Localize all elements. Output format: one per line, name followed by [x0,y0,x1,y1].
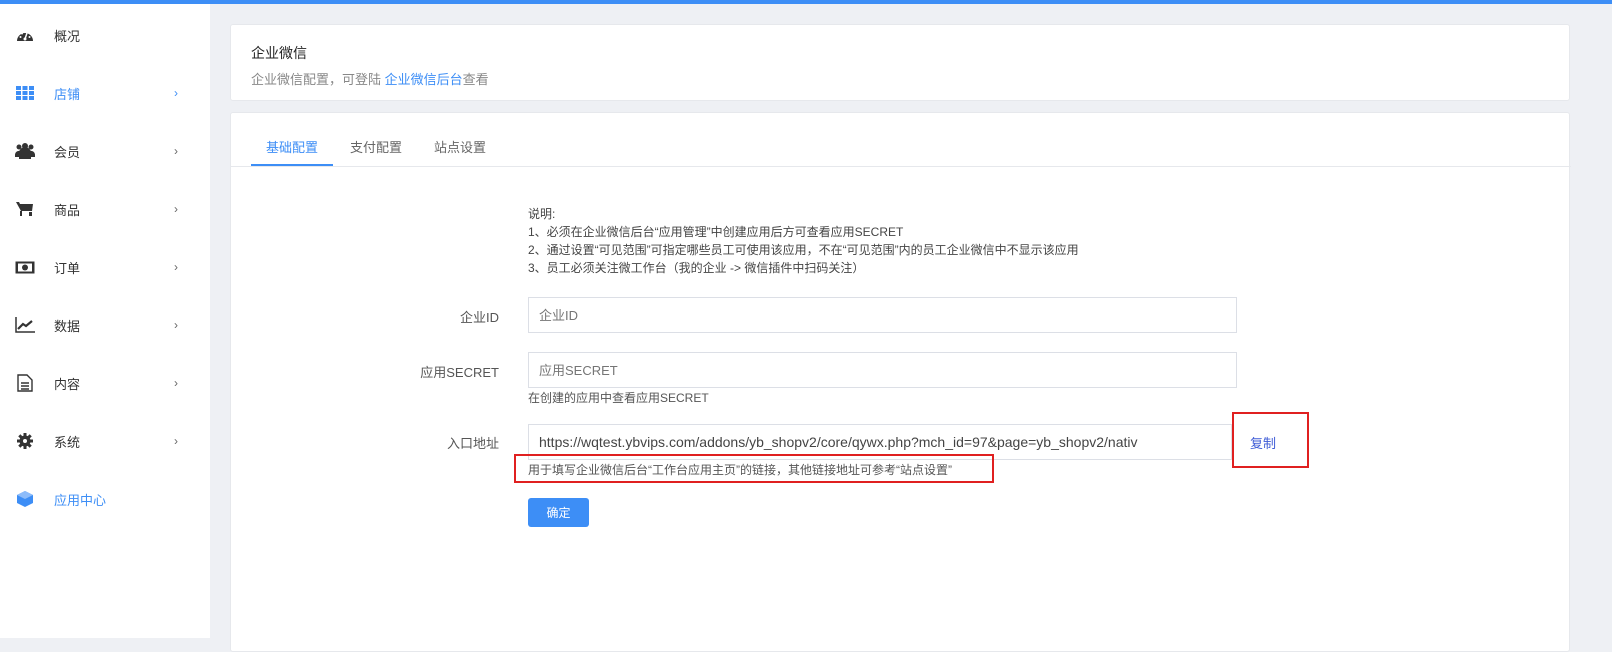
chevron-right-icon: › [174,434,178,448]
sidebar-item-members[interactable]: 会员 › [0,136,210,166]
subtitle-suffix: 查看 [462,72,489,87]
secret-label: 应用SECRET [420,365,499,380]
sidebar-item-label: 店铺 [54,86,81,102]
sidebar-item-content[interactable]: 内容 › [0,368,210,398]
dashboard-icon [15,26,35,44]
cube-icon [15,490,35,508]
cart-icon [15,200,35,218]
chart-icon [15,316,35,334]
highlight-box-help [514,454,994,483]
instruction-line: 3、员工必须关注微工作台（我的企业 -> 微信插件中扫码关注） [528,261,865,275]
config-card: 基础配置 支付配置 站点设置 说明: 1、必须在企业微信后台“应用管理”中创建应… [230,112,1571,652]
money-icon [15,258,35,276]
secret-input[interactable] [528,352,1237,388]
chevron-right-icon: › [174,202,178,216]
sidebar: 概况 店铺 › 会员 › 商品 › 订单 › 数据 › 内容 › 系统 › 应用… [0,4,210,638]
instruction-line: 2、通过设置“可见范围”可指定哪些员工可使用该应用，不在“可见范围”内的员工企业… [528,243,1079,257]
chevron-right-icon: › [174,260,178,274]
submit-button[interactable]: 确定 [528,498,589,527]
document-icon [15,374,35,392]
gear-icon [15,432,35,450]
corp-id-label: 企业ID [459,310,499,325]
sidebar-item-label: 应用中心 [54,492,107,508]
subtitle-text: 企业微信配置，可登陆 [251,72,385,87]
sidebar-item-app-center[interactable]: 应用中心 [0,484,210,514]
top-accent-bar [0,0,1612,4]
chevron-right-icon: › [174,86,178,100]
chevron-right-icon: › [174,144,178,158]
page-header-card: 企业微信 企业微信配置，可登陆 企业微信后台查看 [230,24,1570,101]
sidebar-item-label: 会员 [54,144,81,160]
users-icon [15,142,35,160]
highlight-box-copy [1232,412,1309,468]
tab-site-settings[interactable]: 站点设置 [434,137,486,156]
tab-bar: 基础配置 支付配置 站点设置 [231,113,1571,167]
page-subtitle: 企业微信配置，可登陆 企业微信后台查看 [251,69,489,88]
entry-url-label: 入口地址 [446,436,499,451]
instruction-line: 1、必须在企业微信后台“应用管理”中创建应用后方可查看应用SECRET [528,225,904,239]
tab-payment-config[interactable]: 支付配置 [350,137,402,156]
sidebar-item-label: 数据 [54,318,81,334]
secret-help: 在创建的应用中查看应用SECRET [528,391,709,405]
right-gutter [1570,4,1612,638]
sidebar-item-products[interactable]: 商品 › [0,194,210,224]
sidebar-item-label: 商品 [54,202,81,218]
wecom-admin-link[interactable]: 企业微信后台 [385,72,463,87]
tab-basic-config[interactable]: 基础配置 [266,137,318,156]
sidebar-item-label: 内容 [54,376,81,392]
instructions: 说明: 1、必须在企业微信后台“应用管理”中创建应用后方可查看应用SECRET … [528,205,1079,277]
instructions-title: 说明: [528,207,556,221]
chevron-right-icon: › [174,318,178,332]
sidebar-item-label: 概况 [54,28,81,44]
sidebar-item-label: 订单 [54,260,81,276]
sidebar-item-overview[interactable]: 概况 [0,20,210,50]
grid-icon [15,84,35,102]
sidebar-item-label: 系统 [54,434,81,450]
sidebar-item-data[interactable]: 数据 › [0,310,210,340]
sidebar-item-store[interactable]: 店铺 › [0,78,210,108]
active-tab-indicator [251,164,333,166]
sidebar-item-orders[interactable]: 订单 › [0,252,210,282]
chevron-right-icon: › [174,376,178,390]
sidebar-item-system[interactable]: 系统 › [0,426,210,456]
page-title: 企业微信 [251,45,307,61]
corp-id-input[interactable] [528,297,1237,333]
